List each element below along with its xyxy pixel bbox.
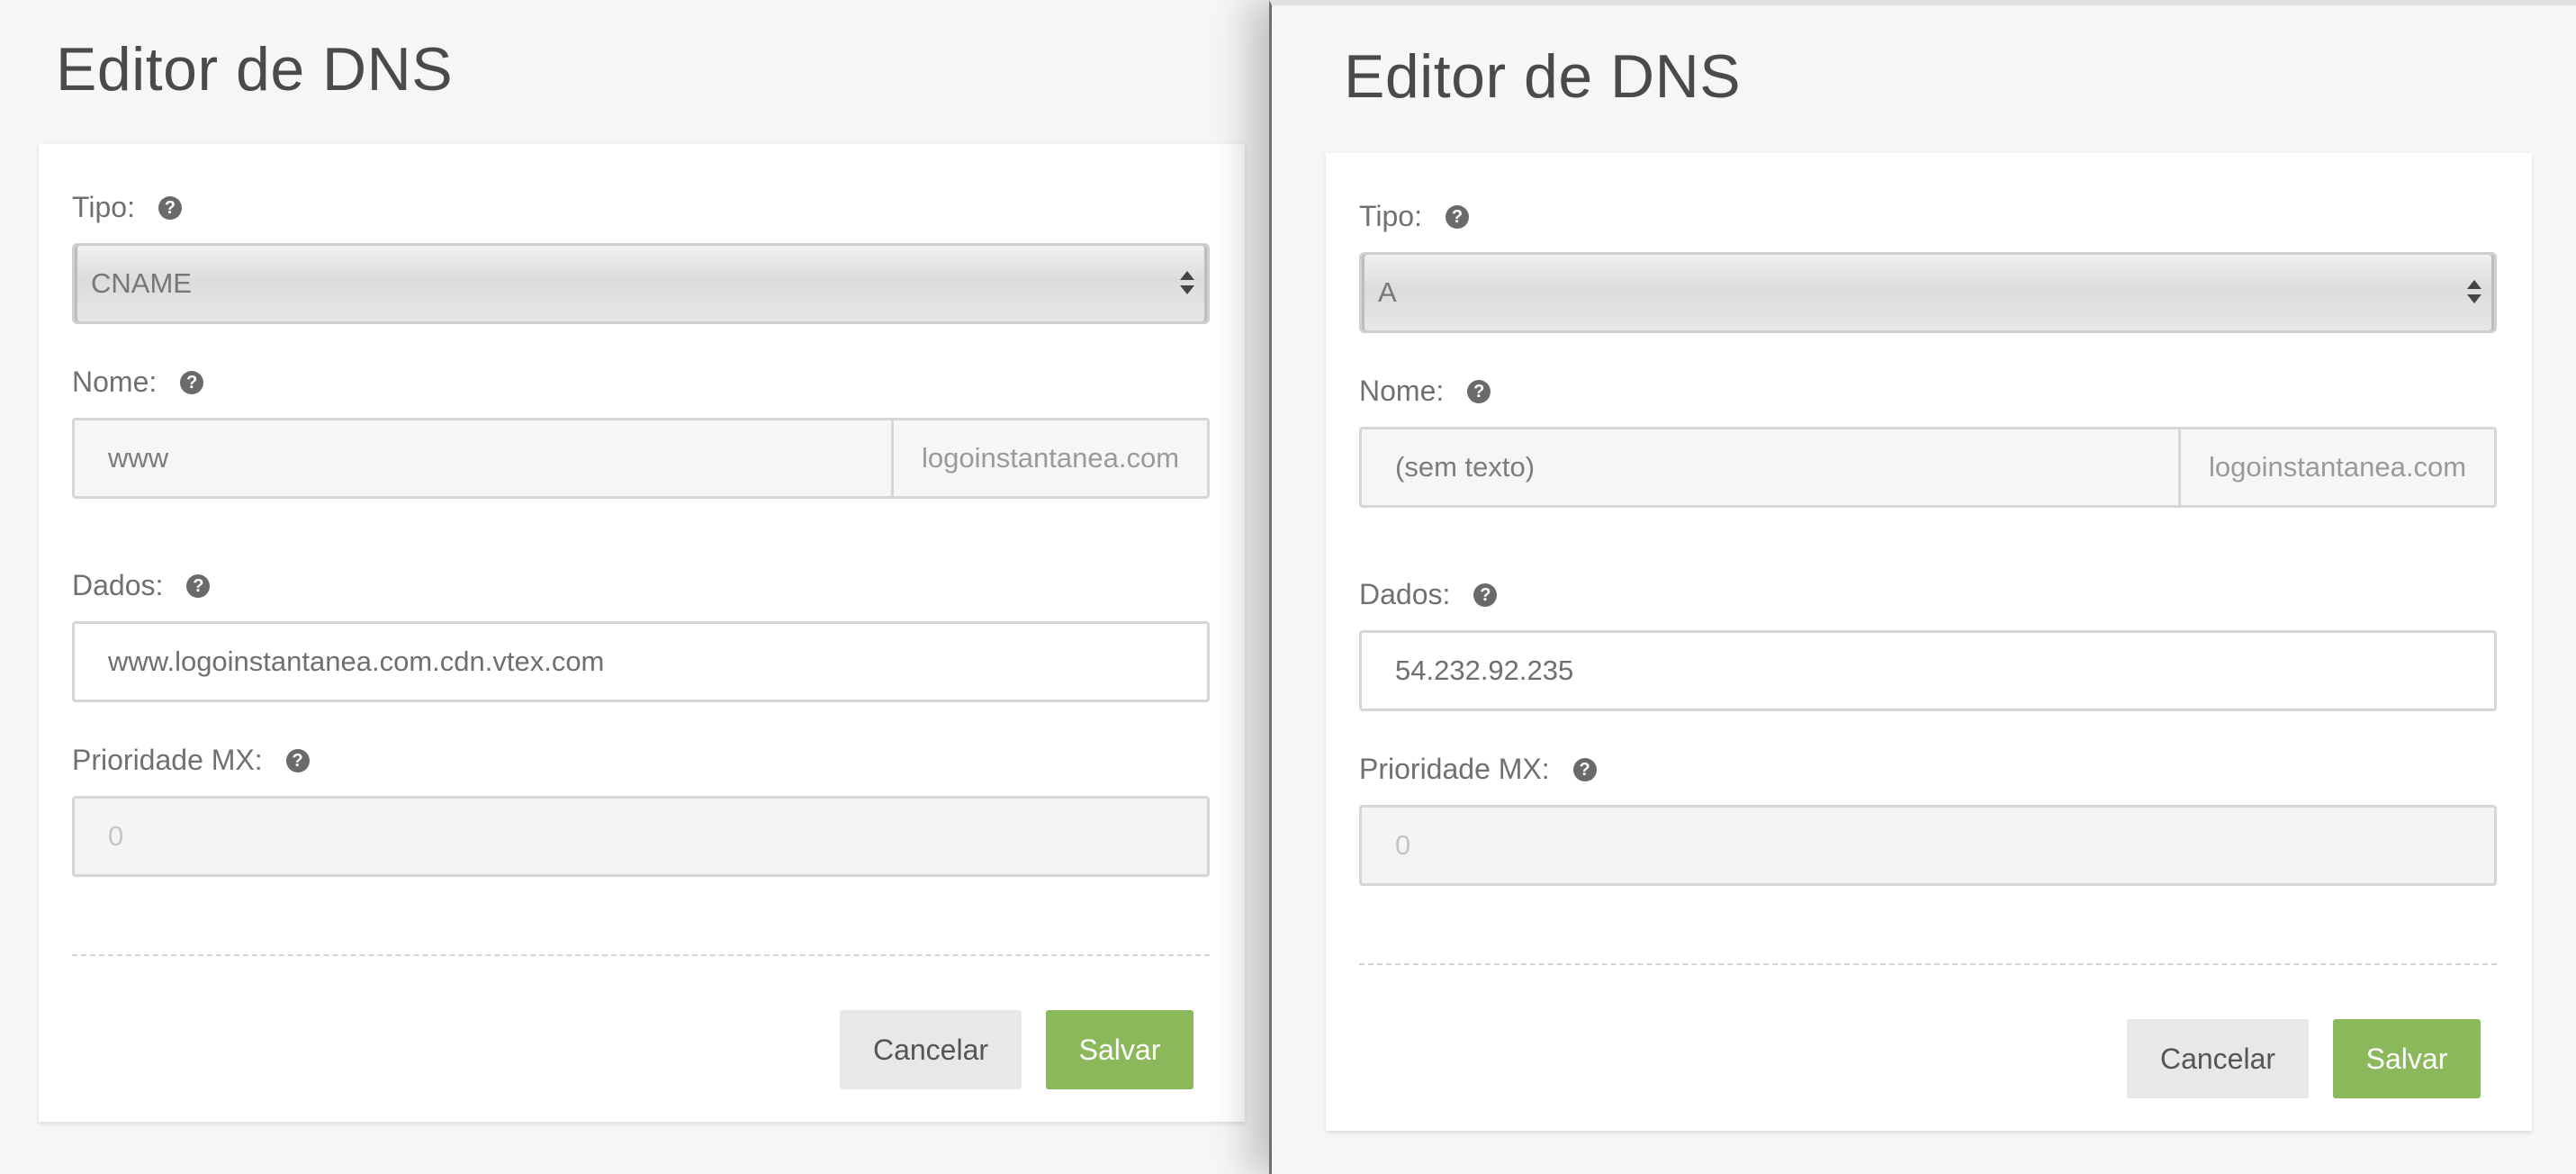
question-circle-icon[interactable]: ? (1467, 379, 1491, 403)
form-divider (72, 954, 1210, 956)
dados-label-text: Dados: (1359, 578, 1451, 610)
dados-label: Dados: ? (72, 569, 211, 602)
nome-label: Nome: ? (72, 366, 204, 399)
domain-suffix: logoinstantanea.com (2208, 451, 2467, 483)
question-circle-icon[interactable]: ? (158, 195, 182, 220)
tipo-select[interactable]: CNAME (72, 243, 1210, 324)
save-button[interactable]: Salvar (1046, 1010, 1193, 1089)
up-down-arrows-icon (1180, 271, 1194, 294)
tipo-label-text: Tipo: (72, 191, 135, 223)
dns-editor-panel-left: Editor de DNS Tipo: ? CNAME Nome: ? www … (0, 0, 1269, 1174)
form-divider (1359, 963, 2497, 965)
tipo-select-value: A (1378, 276, 1397, 308)
up-down-arrows-icon (2467, 280, 2481, 303)
save-button[interactable]: Salvar (2333, 1019, 2481, 1098)
question-circle-icon[interactable]: ? (186, 573, 211, 598)
question-circle-icon[interactable]: ? (285, 748, 310, 772)
mx-priority-input: 0 (1359, 805, 2497, 886)
nome-input[interactable]: (sem texto) (1362, 429, 2181, 505)
mx-priority-label-text: Prioridade MX: (1359, 753, 1550, 785)
dados-label-text: Dados: (72, 569, 164, 601)
tipo-select[interactable]: A (1359, 252, 2497, 333)
page-title: Editor de DNS (1344, 42, 1742, 111)
nome-input[interactable]: www (75, 420, 894, 496)
mx-priority-label-text: Prioridade MX: (72, 744, 263, 776)
mx-priority-label: Prioridade MX: ? (72, 744, 310, 777)
nome-input-group: (sem texto) logoinstantanea.com (1359, 427, 2497, 508)
cancel-button[interactable]: Cancelar (840, 1010, 1022, 1089)
tipo-label: Tipo: ? (72, 191, 182, 224)
dados-input[interactable]: 54.232.92.235 (1359, 630, 2497, 711)
tipo-select-value: CNAME (91, 267, 192, 299)
nome-label: Nome: ? (1359, 375, 1491, 408)
mx-priority-label: Prioridade MX: ? (1359, 753, 1597, 786)
cancel-button[interactable]: Cancelar (2127, 1019, 2309, 1098)
domain-suffix: logoinstantanea.com (921, 442, 1180, 474)
dados-label: Dados: ? (1359, 578, 1498, 611)
dados-input[interactable]: www.logoinstantanea.com.cdn.vtex.com (72, 621, 1210, 702)
nome-label-text: Nome: (1359, 375, 1445, 407)
nome-input-group: www logoinstantanea.com (72, 418, 1210, 499)
question-circle-icon[interactable]: ? (180, 370, 204, 394)
tipo-label-text: Tipo: (1359, 200, 1422, 232)
mx-priority-input: 0 (72, 796, 1210, 877)
question-circle-icon[interactable]: ? (1473, 582, 1498, 607)
dns-form-card: Tipo: ? A Nome: ? (sem texto) logoinstan… (1326, 153, 2532, 1131)
tipo-label: Tipo: ? (1359, 200, 1469, 233)
dns-editor-panel-right: Editor de DNS Tipo: ? A Nome: ? (sem tex… (1269, 0, 2576, 1174)
question-circle-icon[interactable]: ? (1445, 204, 1469, 229)
dns-form-card: Tipo: ? CNAME Nome: ? www logoinstantane… (39, 144, 1245, 1122)
question-circle-icon[interactable]: ? (1572, 757, 1597, 781)
nome-label-text: Nome: (72, 366, 158, 398)
page-title: Editor de DNS (56, 35, 454, 104)
